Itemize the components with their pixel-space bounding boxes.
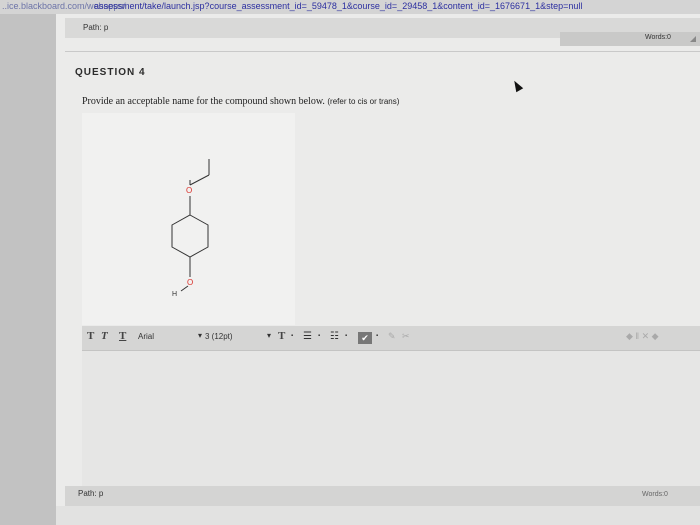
molecule-image: O O H [82,113,295,325]
question-prompt: Provide an acceptable name for the compo… [82,96,325,107]
unlink-icon[interactable]: ✂ [402,331,410,342]
ether-oxygen-label: O [186,186,192,195]
bond-o-h [180,285,189,292]
bottom-path-label: Path: p [78,489,104,498]
bottom-path-bar [65,486,700,506]
chevron-down-icon: ▾ [266,331,271,340]
font-family-value: Arial [138,332,155,341]
bold-button[interactable]: T [87,330,94,342]
chevron-down-icon: ▾ [197,331,202,340]
page-bottom [56,506,700,525]
bullet-list-dropdown-icon[interactable]: ▪ [318,333,320,339]
text-color-button[interactable]: T [278,330,285,342]
divider [65,51,700,52]
browser-url-bar[interactable]: ..ice.blackboard.com/webapps/ assessment… [0,0,700,14]
spellcheck-dropdown-icon[interactable]: ▪ [376,333,378,339]
link-icon[interactable]: ✎ [388,331,396,342]
toolbar-right-icons[interactable]: ◆ ‖ ✕ ◆ [626,331,659,342]
question-hint: (refer to cis or trans) [327,97,400,106]
italic-button[interactable]: T [101,330,108,342]
url-path: assessment/take/launch.jsp?course_assess… [94,1,583,11]
left-gutter [0,14,56,525]
font-family-select[interactable]: Arial ▾ [138,331,202,345]
font-size-select[interactable]: 3 (12pt) ▾ [205,331,271,345]
question-title: QUESTION 4 [75,67,146,78]
top-words-bar [560,32,700,46]
top-words-count: Words:0 [645,34,671,41]
font-size-value: 3 (12pt) [205,332,233,341]
numbered-list-dropdown-icon[interactable]: ▪ [345,333,347,339]
numbered-list-icon[interactable]: ☷ [330,331,339,342]
cyclohexane-ring [171,214,209,258]
resize-grip-icon[interactable] [690,36,696,42]
bond-ethyl-ch2 [189,174,210,186]
underline-button[interactable]: T [119,330,126,342]
text-color-dropdown-icon[interactable]: ▪ [291,333,293,339]
hydroxyl-oxygen-label: O [187,278,193,287]
molecule-structure: O O H [171,159,210,298]
hydroxyl-h-label: H [172,291,177,298]
spellcheck-icon[interactable]: ✔ [358,332,372,344]
bottom-words-count: Words:0 [642,491,668,498]
top-path-label: Path: p [83,23,109,32]
question-text: Provide an acceptable name for the compo… [82,96,399,107]
bullet-list-icon[interactable]: ☰ [303,331,312,342]
